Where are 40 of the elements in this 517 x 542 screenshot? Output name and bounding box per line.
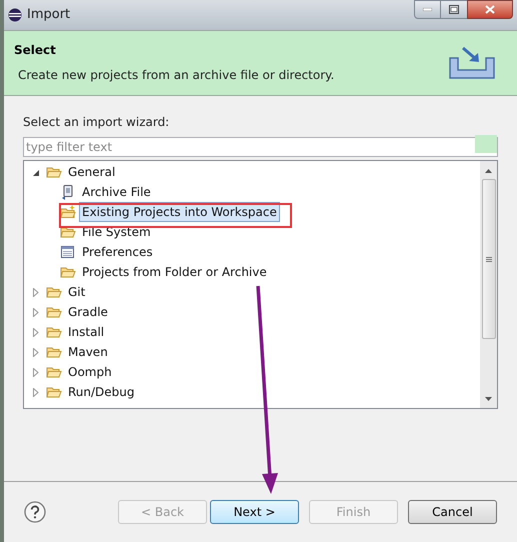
filter-field[interactable]: type filter text [23,137,498,157]
scroll-up-icon [485,169,492,173]
tree-item[interactable]: Archive File [79,182,154,202]
close-icon [485,5,495,14]
window-list-icon [60,244,76,260]
window-title: Import [27,6,70,24]
tree-item[interactable]: General [65,162,118,182]
tree-item[interactable]: Maven [65,342,111,362]
tree-item[interactable]: Existing Projects into Workspace [79,202,280,222]
scroll-down-icon [485,397,492,401]
tree-item[interactable]: Run/Debug [65,382,138,402]
grip-icon [486,256,492,262]
tree-item[interactable]: Preferences [79,242,156,262]
tree-item[interactable]: Oomph [65,362,115,382]
tree-item[interactable]: Gradle [65,302,111,322]
app-icon [8,8,22,22]
maximize-button[interactable] [441,0,467,19]
expand-icon[interactable] [32,388,40,396]
tree-item[interactable]: Git [65,282,88,302]
collapse-icon[interactable] [32,168,40,176]
expand-icon[interactable] [32,348,40,356]
import-icon [447,46,497,82]
expand-icon[interactable] [32,328,40,336]
tree-item[interactable]: Install [65,322,108,342]
minimize-icon [423,8,432,11]
tree-item[interactable]: Projects from Folder or Archive [79,262,270,282]
expand-icon[interactable] [32,368,40,376]
scroll-thumb[interactable] [482,179,496,339]
minimize-button[interactable] [414,0,441,19]
dialog-button[interactable]: Cancel [408,500,497,524]
expand-icon[interactable] [32,308,40,316]
page-title: Select [14,42,57,59]
folder-star-icon [60,204,76,220]
dialog-button[interactable]: Next > [210,500,299,524]
wizard-label: Select an import wizard: [23,115,170,130]
page-description: Create new projects from an archive file or directory. [17,67,334,84]
expand-icon[interactable] [32,288,40,296]
maximize-icon [449,5,459,14]
help-icon[interactable] [24,501,46,523]
close-button[interactable] [467,0,513,19]
